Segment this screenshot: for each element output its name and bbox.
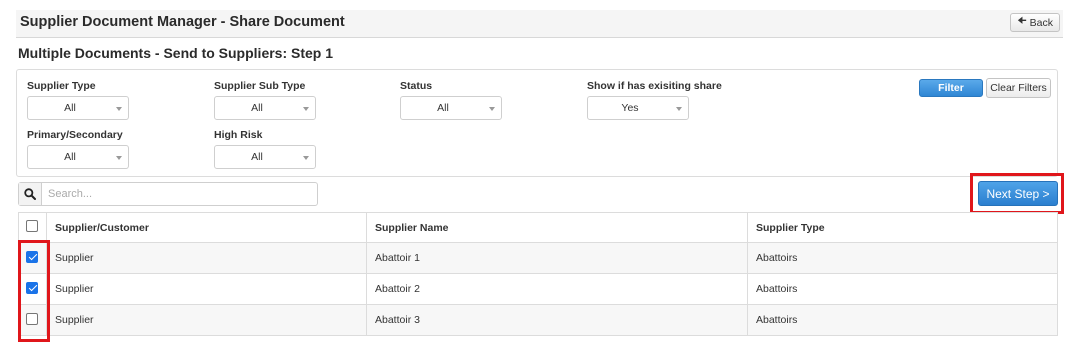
filter-show-existing-share: Show if has exisiting share Yes	[587, 80, 722, 120]
cell-supplier-type: Abattoirs	[747, 273, 1058, 305]
row-checkbox[interactable]	[26, 281, 38, 294]
select-all-cell	[18, 212, 47, 243]
filter-panel: Supplier Type All Supplier Sub Type All …	[16, 69, 1058, 177]
column-header-supplier-type[interactable]: Supplier Type	[747, 212, 1058, 243]
select-value: All	[437, 102, 449, 114]
table-row[interactable]: Supplier Abattoir 1 Abattoirs	[18, 242, 1058, 274]
cell-supplier-type: Abattoirs	[747, 304, 1058, 336]
supplier-type-select[interactable]: All	[27, 96, 129, 120]
filter-label: High Risk	[214, 129, 263, 141]
filter-primary-secondary: Primary/Secondary All	[27, 129, 129, 169]
search-box	[18, 182, 318, 206]
search-input[interactable]	[43, 183, 317, 205]
primary-secondary-select[interactable]: All	[27, 145, 129, 169]
cell-supplier-name: Abattoir 3	[366, 304, 748, 336]
row-select-cell	[18, 304, 47, 336]
supplier-sub-type-select[interactable]: All	[214, 96, 316, 120]
row-select-cell	[18, 242, 47, 274]
cell-supplier-customer: Supplier	[46, 242, 367, 274]
select-value: Yes	[621, 102, 639, 114]
arrow-left-icon: 🠈	[1017, 16, 1027, 27]
select-value: All	[251, 151, 263, 163]
filter-label: Supplier Type	[27, 80, 96, 92]
caret-down-icon	[676, 107, 682, 111]
table-header-row: Supplier/Customer Supplier Name Supplier…	[18, 212, 1058, 243]
cell-supplier-name: Abattoir 2	[366, 273, 748, 305]
step-title: Multiple Documents - Send to Suppliers: …	[18, 45, 334, 61]
cell-supplier-customer: Supplier	[46, 304, 367, 336]
cell-supplier-type: Abattoirs	[747, 242, 1058, 274]
clear-filters-button[interactable]: Clear Filters	[986, 78, 1051, 98]
caret-down-icon	[303, 156, 309, 160]
caret-down-icon	[489, 107, 495, 111]
cell-supplier-name: Abattoir 1	[366, 242, 748, 274]
filter-label: Status	[400, 80, 433, 92]
filter-button[interactable]: Filter	[919, 79, 983, 97]
filter-label: Supplier Sub Type	[214, 80, 306, 92]
filter-status: Status All	[400, 80, 502, 120]
back-button-label: Back	[1029, 16, 1053, 29]
next-step-button[interactable]: Next Step >	[978, 181, 1058, 206]
row-checkbox[interactable]	[26, 250, 38, 263]
header-bar: Supplier Document Manager - Share Docume…	[16, 10, 1063, 38]
status-select[interactable]: All	[400, 96, 502, 120]
row-checkbox[interactable]	[26, 312, 38, 325]
cell-supplier-customer: Supplier	[46, 273, 367, 305]
select-value: All	[64, 102, 76, 114]
back-button[interactable]: 🠈 Back	[1010, 13, 1060, 32]
page-header-title: Supplier Document Manager - Share Docume…	[20, 14, 345, 30]
filter-label: Show if has exisiting share	[587, 80, 722, 92]
column-header-supplier-customer[interactable]: Supplier/Customer	[46, 212, 367, 243]
column-header-supplier-name[interactable]: Supplier Name	[366, 212, 748, 243]
caret-down-icon	[116, 107, 122, 111]
select-value: All	[251, 102, 263, 114]
filter-supplier-type: Supplier Type All	[27, 80, 129, 120]
high-risk-select[interactable]: All	[214, 145, 316, 169]
row-select-cell	[18, 273, 47, 305]
select-all-checkbox[interactable]	[26, 220, 38, 232]
filter-label: Primary/Secondary	[27, 129, 123, 141]
show-existing-share-select[interactable]: Yes	[587, 96, 689, 120]
table-row[interactable]: Supplier Abattoir 2 Abattoirs	[18, 273, 1058, 305]
table-row[interactable]: Supplier Abattoir 3 Abattoirs	[18, 304, 1058, 336]
search-icon	[19, 183, 42, 205]
caret-down-icon	[116, 156, 122, 160]
filter-supplier-sub-type: Supplier Sub Type All	[214, 80, 316, 120]
caret-down-icon	[303, 107, 309, 111]
filter-high-risk: High Risk All	[214, 129, 316, 169]
select-value: All	[64, 151, 76, 163]
supplier-table: Supplier/Customer Supplier Name Supplier…	[18, 212, 1058, 336]
